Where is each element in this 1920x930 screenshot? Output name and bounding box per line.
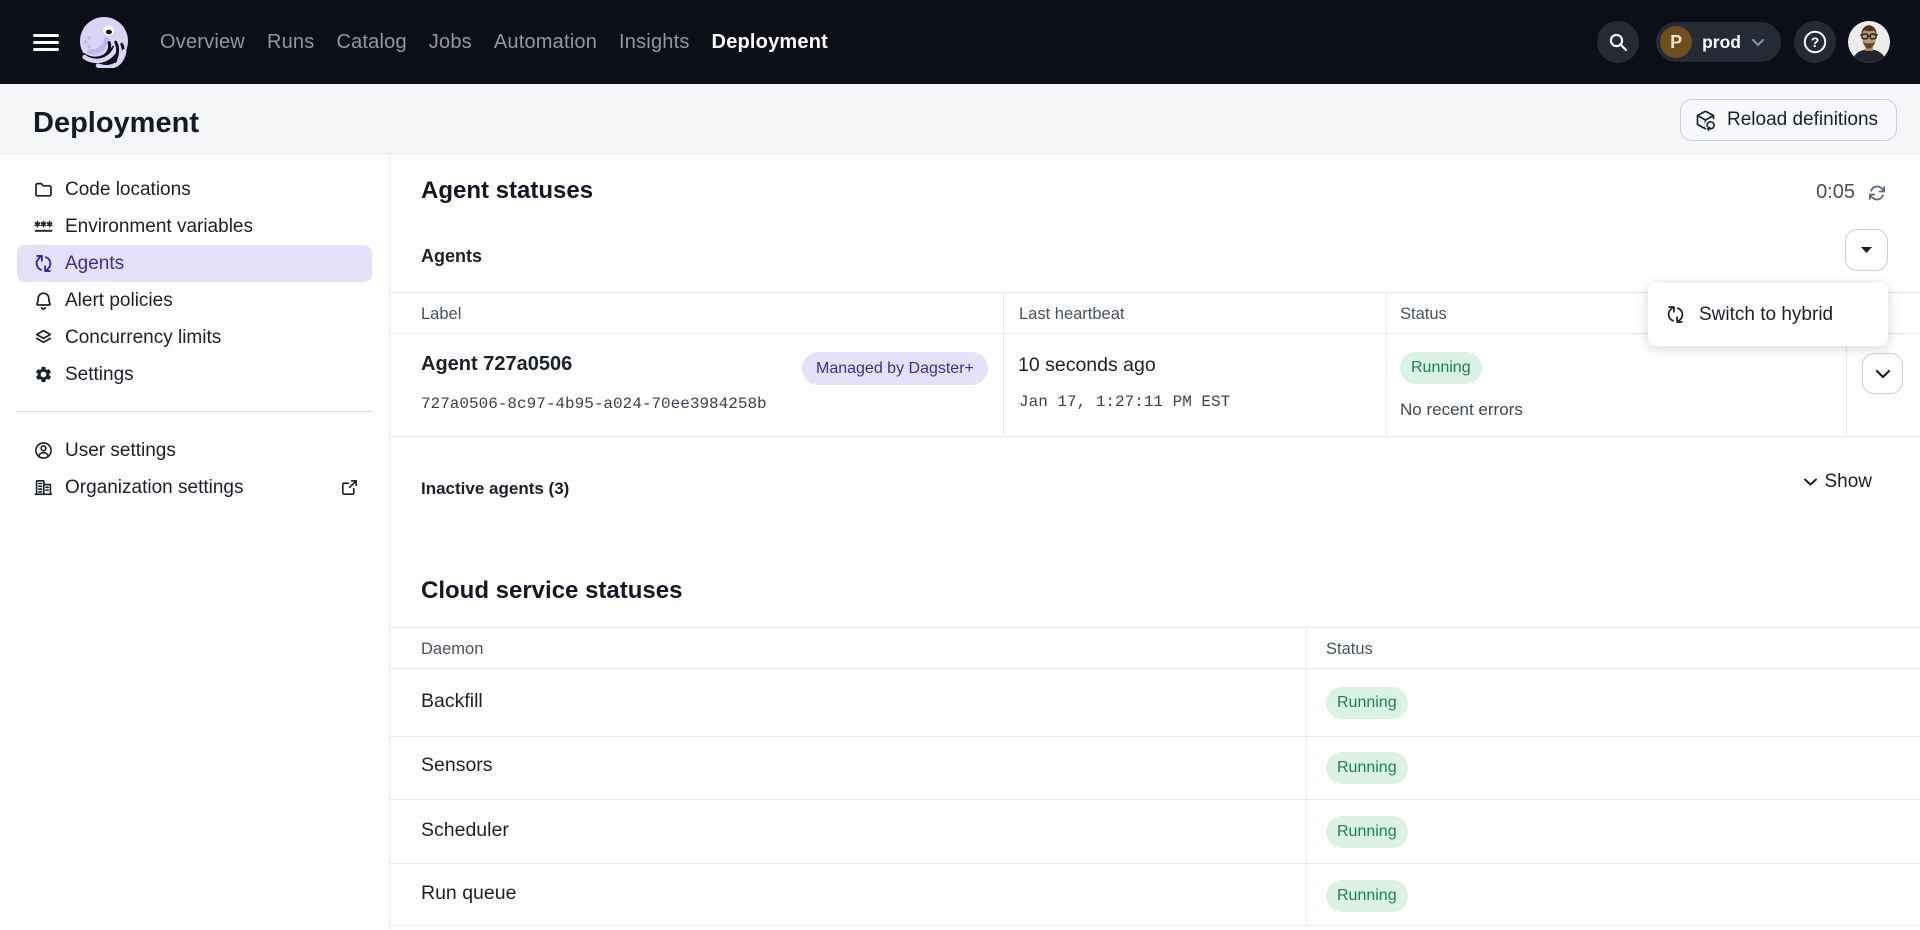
svg-text:?: ? (1811, 34, 1820, 50)
